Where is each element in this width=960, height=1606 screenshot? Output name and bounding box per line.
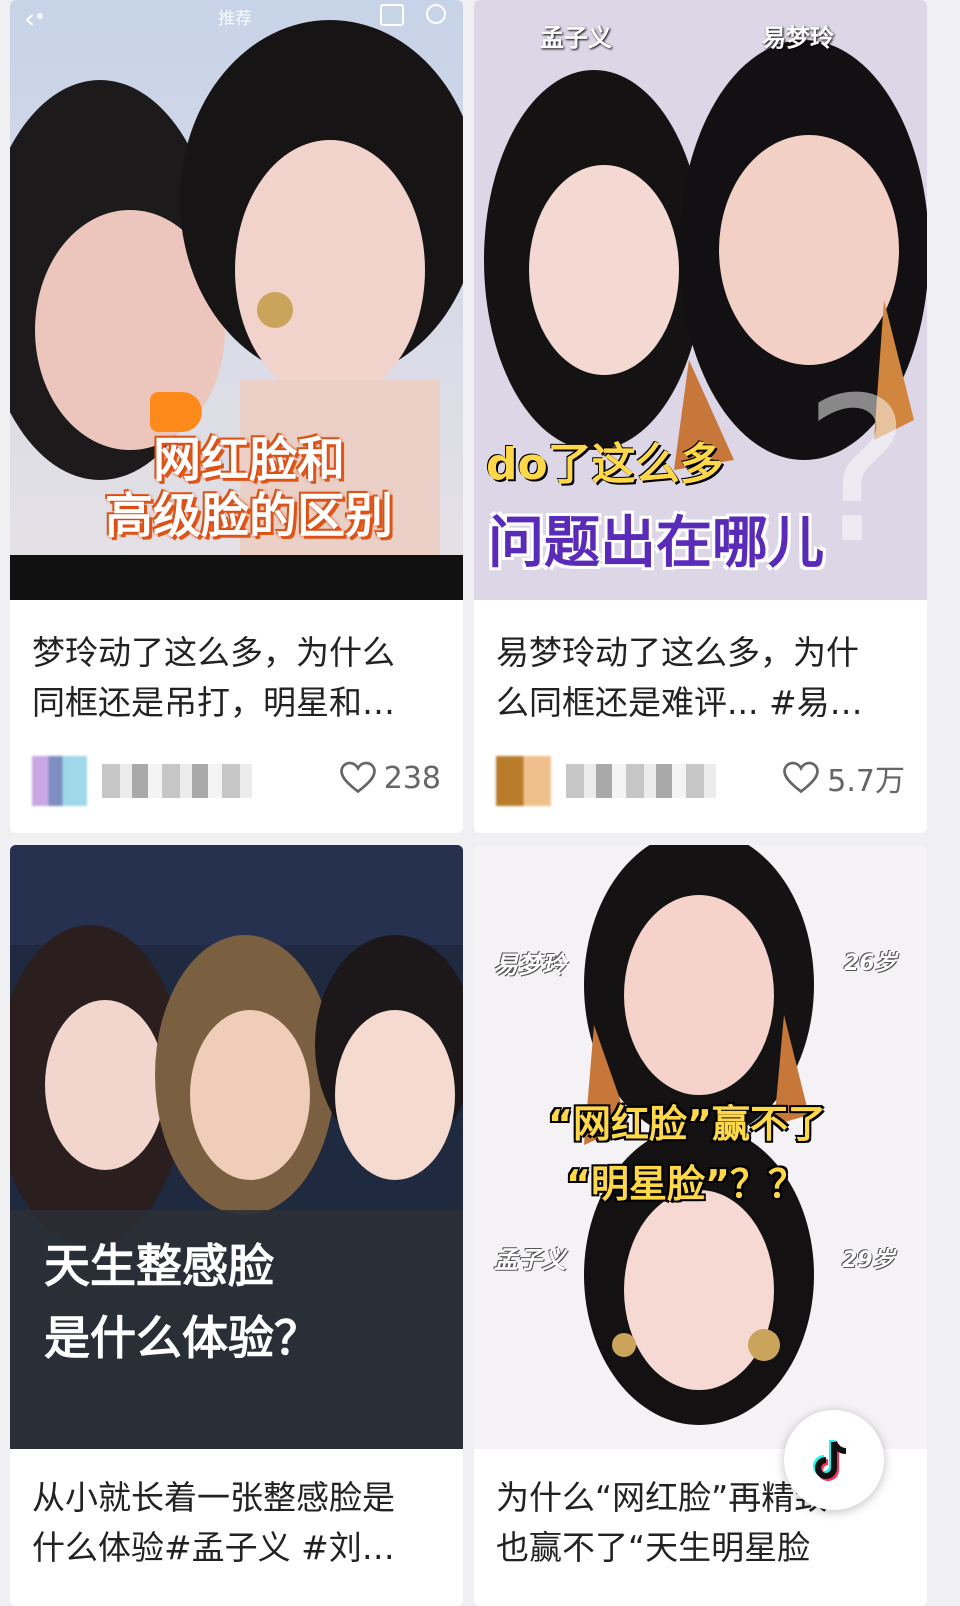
cover-top-name: 易梦玲: [494, 951, 566, 979]
search-icon[interactable]: [426, 4, 446, 24]
author-name-blurred[interactable]: [566, 764, 716, 798]
video-card-2[interactable]: ? 孟子义 易梦玲 do了这么多 问题出在哪儿 易梦玲动了这么多，为什 么同框还…: [474, 0, 927, 833]
cover-text-2a: do了这么多: [486, 439, 724, 490]
cover-bottom-name: 孟子义: [494, 1246, 566, 1274]
video-card-3[interactable]: 天生整感脸 是什么体验？ 从小就长着一张整感脸是 什么体验#孟子义 #刘…: [10, 845, 463, 1606]
video-card-1[interactable]: ‹ 推荐 网红脸和 高级脸的区别 梦玲动了这么多，为什么 同框还是吊打，明星和……: [10, 0, 463, 833]
screen-icon[interactable]: [380, 4, 404, 26]
avatar[interactable]: [32, 756, 87, 806]
like-button[interactable]: 238: [339, 754, 441, 802]
video-title-3[interactable]: 从小就长着一张整感脸是 什么体验#孟子义 #刘…: [32, 1473, 445, 1573]
video-cover-1[interactable]: ‹ 推荐 网红脸和 高级脸的区别: [10, 0, 463, 600]
author-name-blurred[interactable]: [102, 764, 252, 798]
video-cover-3[interactable]: 天生整感脸 是什么体验？: [10, 845, 463, 1449]
cover-text-4b: “明星脸”？？: [566, 1162, 806, 1206]
video-cover-4[interactable]: 易梦玲 26岁 “网红脸”赢不了 “明星脸”？？ 孟子义 29岁: [474, 845, 927, 1449]
video-title-1[interactable]: 梦玲动了这么多，为什么 同框还是吊打，明星和…: [32, 628, 445, 728]
avatar[interactable]: [496, 756, 551, 806]
tiktok-logo: [784, 1410, 884, 1510]
video-title-2[interactable]: 易梦玲动了这么多，为什 么同框还是难评... #易…: [496, 628, 909, 728]
cover-bottom-age: 29岁: [842, 1248, 895, 1273]
video-cover-2[interactable]: ? 孟子义 易梦玲 do了这么多 问题出在哪儿: [474, 0, 927, 600]
cover-name-left: 孟子义: [540, 24, 612, 52]
like-count: 5.7万: [827, 764, 905, 799]
author-row-2: 5.7万: [496, 748, 905, 808]
music-note-icon: [813, 1440, 847, 1481]
cover-name-right: 易梦玲: [762, 24, 834, 52]
heart-icon: [783, 761, 820, 794]
megaphone-icon: [150, 392, 202, 432]
like-button[interactable]: 5.7万: [783, 754, 905, 802]
author-row-1: 238: [32, 748, 441, 808]
cover-text-3: 天生整感脸 是什么体验？: [44, 1239, 320, 1365]
tab-recommend[interactable]: 推荐: [218, 4, 252, 29]
back-icon[interactable]: ‹: [24, 2, 35, 35]
cover-top-age: 26岁: [844, 951, 897, 976]
like-count: 238: [383, 760, 441, 796]
cover-text-2b: 问题出在哪儿: [488, 511, 824, 576]
cover-text-4a: “网红脸”赢不了: [548, 1102, 826, 1146]
heart-icon: [339, 761, 376, 794]
cover-text-1: 网红脸和 高级脸的区别: [105, 432, 394, 544]
